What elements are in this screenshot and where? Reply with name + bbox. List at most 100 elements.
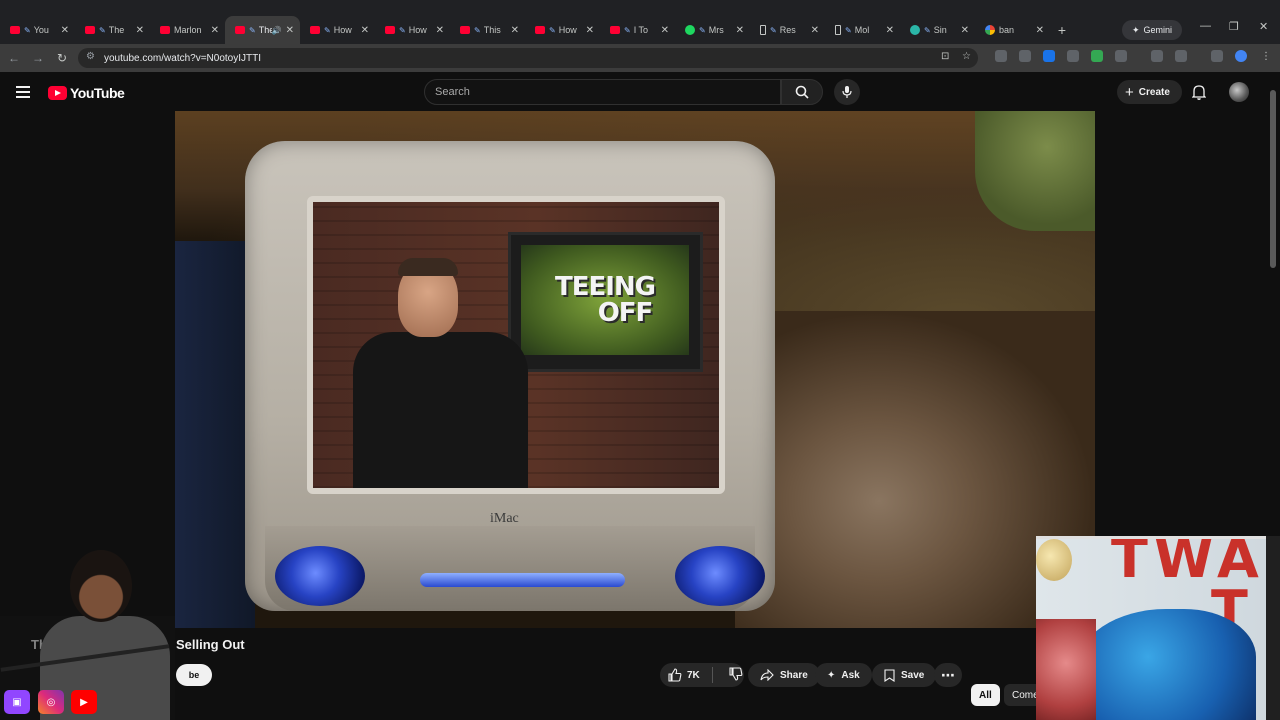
sparkle-icon: ✦ xyxy=(1132,24,1140,35)
browser-tab[interactable]: ✎ The ✕ xyxy=(75,16,150,44)
bookmark-star-icon[interactable]: ☆ xyxy=(962,51,971,62)
more-actions-button[interactable]: ⋯ xyxy=(934,663,962,687)
tab-close-icon[interactable]: ✕ xyxy=(736,25,744,36)
browser-menu-icon[interactable]: ⋮ xyxy=(1261,51,1271,62)
youtube-logo[interactable]: YouTube xyxy=(48,85,125,101)
tab-favicon-icon xyxy=(235,26,245,34)
extension-icon[interactable] xyxy=(995,50,1007,62)
tab-title: I To xyxy=(633,25,649,35)
gemini-button[interactable]: ✦ Gemini xyxy=(1122,20,1183,40)
browser-tab[interactable]: ✎ I To ✕ xyxy=(600,16,675,44)
ask-label: Ask xyxy=(841,669,860,681)
browser-tab[interactable]: ✎ You ✕ xyxy=(0,16,75,44)
browser-tab[interactable]: Marlon ✕ xyxy=(150,16,225,44)
tab-close-icon[interactable]: ✕ xyxy=(811,25,819,36)
extension-icon[interactable] xyxy=(1091,50,1103,62)
browser-tab[interactable]: ✎ Mol ✕ xyxy=(825,16,900,44)
media-controls-icon[interactable] xyxy=(1211,50,1223,62)
tab-close-icon[interactable]: ✕ xyxy=(436,25,444,36)
background-monitor: TEEING OFF xyxy=(508,232,703,372)
browser-tab[interactable]: ✎ This ✕ xyxy=(450,16,525,44)
tab-favicon-icon xyxy=(385,26,395,34)
tab-close-icon[interactable]: ✕ xyxy=(136,25,144,36)
menu-icon[interactable] xyxy=(16,86,30,101)
restore-icon[interactable]: ❐ xyxy=(1229,20,1239,33)
install-icon[interactable]: ⊡ xyxy=(941,51,949,62)
voice-search-button[interactable] xyxy=(834,79,860,105)
save-button[interactable]: Save xyxy=(872,663,937,687)
monitor-text-line2: OFF xyxy=(597,298,654,328)
extension-icon[interactable] xyxy=(1067,50,1079,62)
tab-favicon-icon xyxy=(610,26,620,34)
tab-close-icon[interactable]: ✕ xyxy=(586,25,594,36)
tab-close-icon[interactable]: ✕ xyxy=(886,25,894,36)
tab-close-icon[interactable]: ✕ xyxy=(961,25,969,36)
create-button[interactable]: + Create xyxy=(1117,80,1182,104)
extensions-puzzle-icon[interactable] xyxy=(1115,50,1127,62)
page-scrollbar[interactable] xyxy=(1270,90,1276,268)
tab-title: You xyxy=(33,25,49,35)
extension-icon[interactable] xyxy=(1019,50,1031,62)
tab-title: Sin xyxy=(933,25,947,35)
overlay-red-figure xyxy=(1036,619,1096,720)
extension-icon[interactable] xyxy=(1043,50,1055,62)
tab-close-icon[interactable]: ✕ xyxy=(211,25,219,36)
reload-icon[interactable]: ↻ xyxy=(50,51,74,65)
minimize-icon[interactable]: — xyxy=(1200,20,1211,32)
search-input[interactable]: Search xyxy=(424,79,781,105)
browser-tab[interactable]: ban ✕ xyxy=(975,16,1050,44)
ask-button[interactable]: ✦ Ask xyxy=(815,663,872,687)
browser-tab[interactable]: ✎ Mrs ✕ xyxy=(675,16,750,44)
browser-tab[interactable]: ✎ How ✕ xyxy=(300,16,375,44)
microphone-icon xyxy=(842,86,852,98)
tab-close-icon[interactable]: ✕ xyxy=(61,25,69,36)
filter-chip-all[interactable]: All xyxy=(971,684,1000,706)
browser-tab[interactable]: ✎ Sin ✕ xyxy=(900,16,975,44)
subscribe-button[interactable]: be xyxy=(176,664,212,686)
tab-favicon-icon xyxy=(910,25,920,35)
tab-pencil-icon: ✎ xyxy=(549,25,556,35)
share-button[interactable]: Share xyxy=(748,663,820,687)
dislike-button[interactable] xyxy=(729,666,743,684)
presenter xyxy=(353,258,528,488)
monitor-graphic: TEEING OFF xyxy=(521,245,689,355)
new-tab-button[interactable]: + xyxy=(1050,22,1074,38)
tab-pencil-icon: ✎ xyxy=(24,25,31,35)
browser-tab[interactable]: ✎ How ✕ xyxy=(525,16,600,44)
tab-favicon-icon xyxy=(10,26,20,34)
avatar[interactable] xyxy=(1229,82,1249,102)
tab-close-icon[interactable]: ✕ xyxy=(661,25,669,36)
tab-close-icon[interactable]: ✕ xyxy=(511,25,519,36)
browser-tab[interactable]: ✎ How ✕ xyxy=(375,16,450,44)
address-bar[interactable]: youtube.com/watch?v=N0otoyIJTTI xyxy=(78,48,978,68)
browser-tab[interactable]: ✎ Res ✕ xyxy=(750,16,825,44)
tab-close-icon[interactable]: ✕ xyxy=(286,25,294,36)
tab-pencil-icon: ✎ xyxy=(845,25,852,35)
tab-favicon-icon xyxy=(760,25,766,35)
site-settings-icon[interactable]: ⚙ xyxy=(86,51,95,62)
tab-audio-icon[interactable]: 🔊 xyxy=(272,26,282,35)
overlay-letters-line1: TWA xyxy=(1111,536,1265,590)
youtube-social-icon: ▶ xyxy=(71,690,97,714)
tab-favicon-icon xyxy=(160,26,170,34)
browser-tab[interactable]: ✎The🔊 ✕ xyxy=(225,16,300,44)
overlay-blue-figure xyxy=(1076,609,1256,720)
forward-arrow-icon[interactable]: → xyxy=(26,51,50,65)
tab-close-icon[interactable]: ✕ xyxy=(1036,25,1044,36)
video-title-end: Selling Out xyxy=(176,637,245,652)
bell-icon xyxy=(1191,85,1207,100)
side-panel-icon[interactable] xyxy=(1175,50,1187,62)
video-player[interactable]: TEEING OFF iMac xyxy=(175,111,1095,628)
like-divider xyxy=(711,667,713,683)
tab-close-icon[interactable]: ✕ xyxy=(361,25,369,36)
search-button[interactable] xyxy=(781,79,823,105)
imac-screen: TEEING OFF xyxy=(307,196,725,494)
notifications-button[interactable] xyxy=(1191,84,1207,105)
tab-favicon-icon xyxy=(310,26,320,34)
profile-icon[interactable] xyxy=(1235,50,1247,62)
bookmarks-icon[interactable] xyxy=(1151,50,1163,62)
close-window-icon[interactable]: ✕ xyxy=(1259,20,1268,33)
tab-favicon-icon xyxy=(985,25,995,35)
back-arrow-icon[interactable]: ← xyxy=(2,51,26,65)
like-button[interactable]: 7K xyxy=(668,668,700,682)
